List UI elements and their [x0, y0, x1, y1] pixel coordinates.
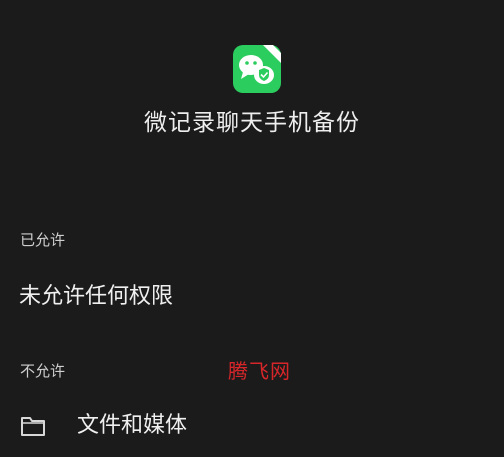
- watermark: 腾飞网: [228, 359, 291, 383]
- permission-item-files-media[interactable]: 文件和媒体: [0, 400, 504, 457]
- section-header-allowed: 已允许: [20, 231, 66, 249]
- app-icon: [233, 45, 281, 93]
- app-title: 微记录聊天手机备份: [144, 110, 360, 136]
- section-header-denied: 不允许: [20, 362, 66, 380]
- permission-label: 文件和媒体: [77, 413, 188, 438]
- no-permission-text: 未允许任何权限: [19, 284, 174, 309]
- folder-icon: [20, 414, 46, 438]
